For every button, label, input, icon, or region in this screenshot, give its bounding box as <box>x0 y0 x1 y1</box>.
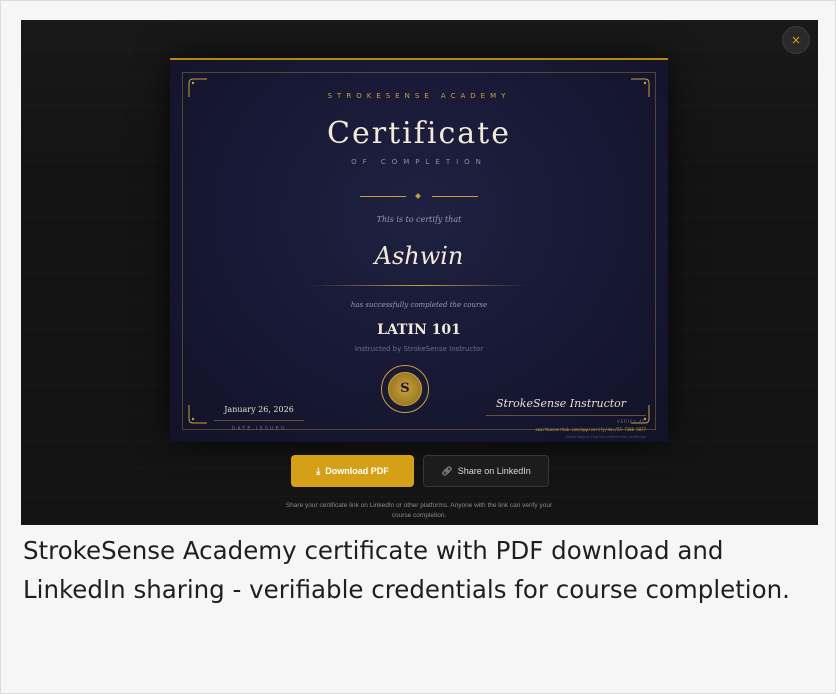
date-label: DATE ISSUED <box>231 426 287 432</box>
date-block: January 26, 2026 DATE ISSUED <box>214 405 304 432</box>
share-note: Share your certificate link on LinkedIn … <box>285 502 553 519</box>
seal-icon: S <box>381 365 429 413</box>
download-icon: ⤓ <box>316 466 321 476</box>
link-icon: 🔗︎ <box>441 466 453 476</box>
download-label: Download PDF <box>325 466 389 476</box>
corner-ornament-icon <box>187 403 209 425</box>
signature-block: StrokeSense Instructor VERIFY AT smartba… <box>486 397 646 439</box>
ornamental-divider <box>360 193 478 201</box>
seal-letter: S <box>388 372 422 406</box>
course-name: LATIN 101 <box>377 322 461 338</box>
action-bar: ⤓ Download PDF 🔗︎ Share on LinkedIn <box>291 455 551 487</box>
app-screenshot: × STROKESENSE ACADEMY Certificate OF COM <box>21 20 818 525</box>
verify-url[interactable]: smartbannerhub.com/app/verify/dev/55-738… <box>486 427 646 432</box>
close-button[interactable]: × <box>782 26 810 54</box>
share-linkedin-button[interactable]: 🔗︎ Share on LinkedIn <box>423 455 549 487</box>
download-pdf-button[interactable]: ⤓ Download PDF <box>291 455 414 487</box>
academy-name: STROKESENSE ACADEMY <box>327 92 511 100</box>
certificate-title: Certificate <box>327 116 511 151</box>
recipient-name: Ashwin <box>374 242 464 270</box>
instructor-line: Instructed by StrokeSense Instructor <box>354 345 484 353</box>
share-label: Share on LinkedIn <box>457 466 531 476</box>
certificate-card: STROKESENSE ACADEMY Certificate OF COMPL… <box>170 58 668 442</box>
figure-caption: StrokeSense Academy certificate with PDF… <box>23 536 790 604</box>
completed-text: has successfully completed the course <box>350 301 488 309</box>
verify-label: VERIFY AT <box>486 415 646 424</box>
certify-text: This is to certify that <box>376 215 462 224</box>
date-issued: January 26, 2026 <box>214 405 304 421</box>
verify-note: Smart Banner Hub has verified this certi… <box>565 435 646 439</box>
figure-frame: × STROKESENSE ACADEMY Certificate OF COM <box>0 0 836 694</box>
name-underline <box>310 285 528 286</box>
instructor-signature: StrokeSense Instructor <box>495 397 627 410</box>
close-icon: × <box>790 33 802 47</box>
certificate-subtitle: OF COMPLETION <box>351 158 487 166</box>
